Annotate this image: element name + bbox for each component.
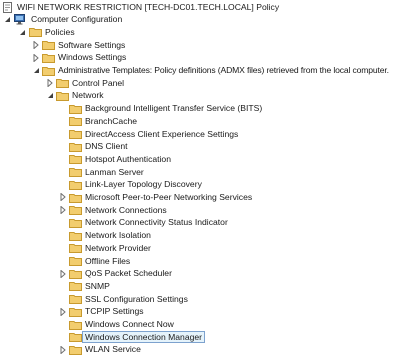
tree-node-label: DirectAccess Client Experience Settings bbox=[85, 128, 239, 139]
folder-icon bbox=[69, 193, 82, 203]
policy-doc-icon bbox=[3, 1, 13, 13]
tree-node-label: Microsoft Peer-to-Peer Networking Servic… bbox=[85, 192, 253, 202]
folder-icon bbox=[56, 91, 69, 101]
folder-icon bbox=[69, 231, 82, 241]
expanded-arrow-icon[interactable] bbox=[32, 64, 40, 77]
tree-node-label: Lanman Server bbox=[85, 166, 144, 177]
folder-icon bbox=[69, 180, 82, 190]
tree-node-label: DNS Client bbox=[85, 141, 128, 152]
tree-node-label: Background Intelligent Transfer Service … bbox=[85, 103, 263, 114]
tree-node-label: Windows Settings bbox=[58, 52, 127, 63]
collapsed-arrow-icon[interactable] bbox=[59, 191, 67, 204]
tree-node-label: Control Panel bbox=[72, 77, 125, 88]
tree-node-label: Network Provider bbox=[85, 242, 151, 253]
folder-icon bbox=[69, 218, 82, 228]
collapsed-arrow-icon[interactable] bbox=[59, 267, 67, 280]
tree-node-label: TCPIP Settings bbox=[85, 306, 144, 317]
tree-node-label: Network bbox=[72, 90, 104, 101]
folder-icon bbox=[69, 256, 82, 266]
folder-icon bbox=[69, 345, 82, 355]
tree-node-label: Network Connectivity Status Indicator bbox=[85, 217, 228, 228]
computer-icon bbox=[14, 14, 27, 25]
tree-node-label: WLAN Service bbox=[85, 344, 141, 355]
collapsed-arrow-icon[interactable] bbox=[59, 305, 67, 318]
tree-node-label: Policies bbox=[45, 26, 75, 37]
tree-node-label-selected: Windows Connection Manager bbox=[82, 330, 206, 344]
tree-node-label: QoS Packet Scheduler bbox=[85, 268, 172, 279]
tree-node-label: SSL Configuration Settings bbox=[85, 293, 188, 304]
folder-icon bbox=[69, 269, 82, 279]
collapsed-arrow-icon[interactable] bbox=[32, 51, 40, 64]
tree-node-label: Computer Configuration bbox=[31, 14, 123, 25]
folder-icon bbox=[69, 167, 82, 178]
folder-icon bbox=[69, 320, 82, 330]
folder-icon bbox=[69, 332, 82, 343]
folder-icon bbox=[69, 243, 82, 254]
folder-icon bbox=[29, 27, 42, 38]
folder-icon bbox=[42, 53, 55, 63]
tree-node-label: Administrative Templates: Policy definit… bbox=[58, 65, 389, 75]
folder-icon bbox=[69, 294, 82, 305]
folder-icon bbox=[69, 154, 82, 165]
folder-icon bbox=[69, 281, 82, 292]
folder-icon bbox=[56, 78, 69, 89]
tree-node-label: BranchCache bbox=[85, 115, 138, 126]
expanded-arrow-icon[interactable] bbox=[46, 89, 54, 102]
tree-node-label: Link-Layer Topology Discovery bbox=[85, 179, 202, 190]
tree-node-label: WIFI NETWORK RESTRICTION [TECH-DC01.TECH… bbox=[17, 1, 280, 12]
tree-node-label: Network Isolation bbox=[85, 230, 151, 241]
tree-node-label: Offline Files bbox=[85, 255, 131, 266]
tree-node-label: Network Connections bbox=[85, 204, 167, 215]
folder-icon bbox=[42, 66, 55, 76]
folder-icon bbox=[69, 104, 82, 114]
gpo-tree-view[interactable]: WIFI NETWORK RESTRICTION [TECH-DC01.TECH… bbox=[0, 0, 400, 357]
collapsed-arrow-icon[interactable] bbox=[59, 343, 67, 356]
folder-icon bbox=[69, 116, 82, 127]
folder-icon bbox=[69, 205, 82, 216]
tree-node-label: Hotspot Authentication bbox=[85, 153, 171, 164]
folder-icon bbox=[69, 307, 82, 317]
expanded-arrow-icon[interactable] bbox=[18, 26, 26, 39]
collapsed-arrow-icon[interactable] bbox=[46, 77, 54, 90]
folder-icon bbox=[42, 40, 55, 51]
collapsed-arrow-icon[interactable] bbox=[59, 204, 67, 217]
tree-node-label: SNMP bbox=[85, 280, 110, 291]
folder-icon bbox=[69, 129, 82, 139]
folder-icon bbox=[69, 142, 82, 152]
collapsed-arrow-icon[interactable] bbox=[32, 39, 40, 52]
tree-node-label: Software Settings bbox=[58, 39, 126, 50]
tree-node-label: Windows Connect Now bbox=[85, 319, 174, 329]
expanded-arrow-icon[interactable] bbox=[3, 13, 11, 26]
